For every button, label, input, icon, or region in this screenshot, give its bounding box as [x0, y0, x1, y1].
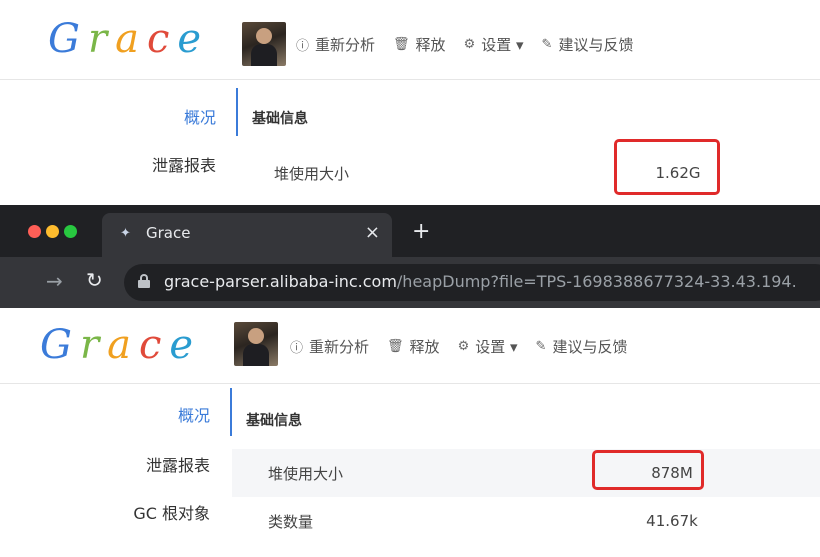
feedback-label: 建议与反馈 — [558, 36, 634, 54]
app-header: G r a c e ⓘ 重新分析 🗑 释放 ⚙ 设置 ▾ ✎ 建议与反馈 — [0, 0, 820, 80]
sidebar: 概况 泄露报表 — [0, 80, 236, 205]
sidebar-item-leak-report[interactable]: 泄露报表 — [146, 452, 210, 476]
release-button[interactable]: 🗑 释放 — [387, 336, 440, 357]
toolbar: ⓘ 重新分析 🗑 释放 ⚙ 设置 ▾ ✎ 建议与反馈 — [296, 34, 633, 55]
address-bar[interactable]: grace-parser.alibaba-inc.com/heapDump?fi… — [124, 264, 820, 301]
avatar[interactable] — [242, 22, 286, 66]
lock-icon[interactable] — [138, 274, 150, 288]
release-label: 释放 — [415, 36, 446, 54]
avatar[interactable] — [234, 322, 278, 366]
settings-dropdown[interactable]: ⚙ 设置 ▾ — [458, 336, 518, 357]
gear-icon: ⚙ — [463, 37, 476, 52]
settings-label: 设置 ▾ — [475, 338, 518, 356]
grace-app-after: G r a c e ⓘ 重新分析 🗑 释放 ⚙ 设置 ▾ ✎ 建议与反馈 概况 … — [0, 308, 820, 557]
main-content: 基础信息 堆使用大小 878M 类数量 41.67k — [232, 384, 820, 557]
table-row: 堆使用大小 878M — [232, 449, 820, 497]
pen-icon: ✎ — [541, 37, 553, 52]
sidebar-item-overview[interactable]: 概况 — [178, 402, 210, 426]
table-row: 类数量 41.67k — [232, 497, 820, 545]
browser-window: ✦ Grace × + → ↻ grace-parser.alibaba-inc… — [0, 205, 820, 308]
browser-tab[interactable]: ✦ Grace × — [102, 213, 392, 257]
row-label: 堆使用大小 — [274, 164, 350, 183]
settings-label: 设置 ▾ — [481, 36, 524, 54]
reanalyze-label: 重新分析 — [315, 36, 376, 54]
feedback-button[interactable]: ✎ 建议与反馈 — [542, 34, 634, 55]
new-tab-icon[interactable]: + — [412, 219, 430, 244]
info-icon: ⓘ — [296, 39, 310, 54]
release-button[interactable]: 🗑 释放 — [393, 34, 446, 55]
row-label: 堆使用大小 — [268, 464, 344, 483]
reload-icon[interactable]: ↻ — [86, 268, 103, 292]
sidebar-item-gc-roots[interactable]: GC 根对象 — [133, 500, 210, 524]
sidebar-item-leak-report[interactable]: 泄露报表 — [152, 152, 216, 176]
grace-logo[interactable]: G r a c e — [40, 322, 201, 368]
info-icon: ⓘ — [290, 341, 304, 356]
close-window-dot[interactable] — [28, 225, 41, 238]
nav-bar: → ↻ grace-parser.alibaba-inc.com/heapDum… — [0, 257, 820, 308]
sidebar: 概况 泄露报表 GC 根对象 — [0, 384, 230, 557]
gear-icon: ⚙ — [457, 339, 470, 354]
section-title: 基础信息 — [252, 111, 308, 127]
grace-logo[interactable]: G r a c e — [48, 16, 209, 62]
app-header: G r a c e ⓘ 重新分析 🗑 释放 ⚙ 设置 ▾ ✎ 建议与反馈 — [0, 308, 820, 384]
reanalyze-button[interactable]: ⓘ 重新分析 — [290, 336, 369, 357]
pen-icon: ✎ — [535, 339, 547, 354]
feedback-label: 建议与反馈 — [552, 338, 628, 356]
favicon-icon: ✦ — [120, 226, 131, 241]
table-row: 堆使用大小 1.62G — [238, 150, 820, 196]
reanalyze-label: 重新分析 — [309, 338, 370, 356]
trash-icon: 🗑 — [387, 339, 404, 354]
highlight-box — [592, 450, 704, 490]
row-value: 41.67k — [646, 512, 698, 530]
toolbar: ⓘ 重新分析 🗑 释放 ⚙ 设置 ▾ ✎ 建议与反馈 — [290, 336, 627, 357]
url-text: grace-parser.alibaba-inc.com/heapDump?fi… — [164, 272, 797, 291]
feedback-button[interactable]: ✎ 建议与反馈 — [536, 336, 628, 357]
grace-app-before: G r a c e ⓘ 重新分析 🗑 释放 ⚙ 设置 ▾ ✎ 建议与反馈 概况 … — [0, 0, 820, 205]
minimize-window-dot[interactable] — [46, 225, 59, 238]
sidebar-item-overview[interactable]: 概况 — [184, 104, 216, 128]
settings-dropdown[interactable]: ⚙ 设置 ▾ — [464, 34, 524, 55]
zoom-window-dot[interactable] — [64, 225, 77, 238]
tab-title: Grace — [146, 224, 191, 242]
reanalyze-button[interactable]: ⓘ 重新分析 — [296, 34, 375, 55]
row-label: 类数量 — [268, 512, 314, 531]
forward-icon[interactable]: → — [46, 269, 63, 293]
highlight-box — [614, 139, 720, 195]
close-icon[interactable]: × — [365, 222, 380, 243]
trash-icon: 🗑 — [393, 37, 410, 52]
release-label: 释放 — [409, 338, 440, 356]
tab-strip: ✦ Grace × + — [0, 205, 820, 257]
main-content: 基础信息 堆使用大小 1.62G — [238, 80, 820, 205]
section-title: 基础信息 — [246, 413, 302, 429]
